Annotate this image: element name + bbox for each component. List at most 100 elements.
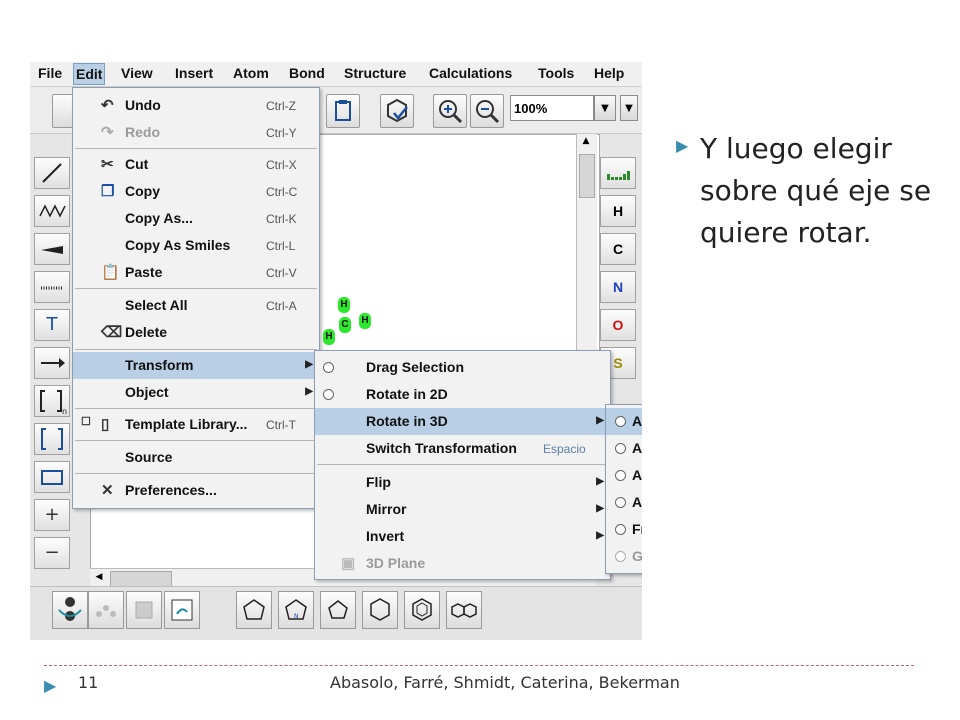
- rectangle-tool[interactable]: [34, 461, 70, 493]
- chevron-right-icon: ▶: [596, 415, 604, 426]
- menu-item-3d-plane[interactable]: ▣ 3D Plane: [315, 550, 610, 577]
- scroll-up-icon[interactable]: ▲: [579, 136, 593, 150]
- transform-submenu: Drag Selection Rotate in 2D Rotate in 3D…: [314, 350, 611, 580]
- menu-item-around-y-axis[interactable]: Around Y Axis: [606, 462, 642, 489]
- radio-icon: [323, 362, 334, 373]
- zoom-in-button[interactable]: [433, 94, 467, 128]
- periodic-table-button[interactable]: [600, 157, 636, 189]
- scissors-icon: ✂: [101, 156, 114, 173]
- minus-icon: −: [44, 542, 60, 563]
- menu-file[interactable]: File: [36, 65, 64, 81]
- positive-charge-tool[interactable]: +: [34, 499, 70, 531]
- repeat-bracket-tool[interactable]: n: [34, 385, 70, 417]
- clean-structure-button[interactable]: [380, 94, 414, 128]
- atom-h-button[interactable]: H: [600, 195, 636, 227]
- menu-item-group-rotation[interactable]: Group Rotation: [606, 543, 642, 570]
- menu-atom[interactable]: Atom: [231, 65, 271, 81]
- menu-item-switch-transformation[interactable]: Switch Transformation Espacio: [315, 435, 610, 462]
- menu-item-label: Copy: [125, 183, 160, 199]
- template-hexagon-button[interactable]: [362, 591, 398, 629]
- menu-item-drag-selection[interactable]: Drag Selection: [315, 354, 610, 381]
- template-pentagon-button[interactable]: [236, 591, 272, 629]
- horizontal-scroll-thumb[interactable]: [110, 571, 172, 587]
- menu-item-label: Rotate in 3D: [366, 413, 448, 429]
- menu-item-invert[interactable]: Invert ▶: [315, 523, 610, 550]
- menu-item-preferences[interactable]: ✕ Preferences...: [73, 477, 319, 504]
- vertical-scroll-thumb[interactable]: [579, 154, 595, 198]
- scroll-left-icon[interactable]: ◀: [92, 572, 106, 586]
- menu-item-rotate-3d[interactable]: Rotate in 3D ▶: [315, 408, 610, 435]
- atom-c-button[interactable]: C: [600, 233, 636, 265]
- menu-item-delete[interactable]: ⌫ Delete: [73, 319, 319, 346]
- menu-item-mirror[interactable]: Mirror ▶: [315, 496, 610, 523]
- menu-structure[interactable]: Structure: [342, 65, 408, 81]
- menu-item-object[interactable]: Object ▶: [73, 379, 319, 406]
- menu-item-label: Switch Transformation: [366, 440, 517, 456]
- menu-item-paste[interactable]: 📋 Paste Ctrl-V: [73, 259, 319, 286]
- window-template-button[interactable]: [164, 591, 200, 629]
- menu-item-rotate-2d[interactable]: Rotate in 2D: [315, 381, 610, 408]
- slide-authors: Abasolo, Farré, Shmidt, Caterina, Bekerm…: [330, 673, 680, 692]
- template-cyclopentane-button[interactable]: [320, 591, 356, 629]
- menu-help[interactable]: Help: [592, 65, 626, 81]
- atom-c[interactable]: C: [339, 317, 351, 333]
- single-bond-tool[interactable]: [34, 157, 70, 189]
- naphthalene-icon: [451, 603, 477, 618]
- menu-item-transform[interactable]: Transform ▶: [73, 352, 319, 379]
- menu-view[interactable]: View: [119, 65, 155, 81]
- atom-o-button[interactable]: O: [600, 309, 636, 341]
- menu-item-copy[interactable]: ❐ Copy Ctrl-C: [73, 178, 319, 205]
- arrow-tool[interactable]: [34, 347, 70, 379]
- menu-item-template-library[interactable]: ☐ ▯ Template Library... Ctrl-T: [73, 411, 319, 438]
- menu-item-select-all[interactable]: Select All Ctrl-A: [73, 292, 319, 319]
- menu-bond[interactable]: Bond: [287, 65, 327, 81]
- zoom-dropdown-button[interactable]: ▼: [594, 95, 616, 121]
- menu-item-cut[interactable]: ✂ Cut Ctrl-X: [73, 151, 319, 178]
- menu-tools[interactable]: Tools: [536, 65, 576, 81]
- atom-h[interactable]: H: [359, 313, 371, 329]
- menu-item-free-3d-rotation[interactable]: Free 3D Rotation: [606, 516, 642, 543]
- atom-h[interactable]: H: [323, 329, 335, 345]
- menu-item-around-arbitrary-axis[interactable]: Around Arbitrary Axis: [606, 408, 642, 435]
- negative-charge-tool[interactable]: −: [34, 537, 70, 569]
- menu-item-redo[interactable]: ↷ Redo Ctrl-Y: [73, 119, 319, 146]
- menu-item-label: Transform: [125, 357, 194, 373]
- tools-icon: ✕: [101, 482, 114, 499]
- menu-edit[interactable]: Edit: [73, 63, 106, 85]
- bracket-tool[interactable]: [34, 423, 70, 455]
- slide-page-number: 11: [78, 673, 99, 692]
- 3d-template-button[interactable]: [126, 591, 162, 629]
- zoom-combo[interactable]: 100%: [510, 95, 594, 121]
- radio-icon: [615, 470, 626, 481]
- menu-item-copy-as[interactable]: Copy As... Ctrl-K: [73, 205, 319, 232]
- menu-calculations[interactable]: Calculations: [427, 65, 514, 81]
- atom-n-button[interactable]: N: [600, 271, 636, 303]
- chain-tool[interactable]: [34, 195, 70, 227]
- atom-h[interactable]: H: [338, 297, 350, 313]
- menu-item-flip[interactable]: Flip ▶: [315, 469, 610, 496]
- edit-menu: ↶ Undo Ctrl-Z ↷ Redo Ctrl-Y ✂ Cut Ctrl-X…: [72, 87, 320, 509]
- slide-bullet-text: Y luego elegir sobre qué eje se quiere r…: [700, 132, 932, 249]
- menu-item-shortcut: Ctrl-C: [266, 185, 298, 199]
- paste-button[interactable]: [326, 94, 360, 128]
- benzene-icon: [412, 598, 432, 621]
- text-tool[interactable]: T: [34, 309, 70, 341]
- wedge-bond-tool[interactable]: [34, 233, 70, 265]
- template-pentagon-n-button[interactable]: N: [278, 591, 314, 629]
- toolbar-overflow-button[interactable]: ▼: [620, 95, 638, 121]
- menu-insert[interactable]: Insert: [173, 65, 215, 81]
- menu-item-copy-as-smiles[interactable]: Copy As Smiles Ctrl-L: [73, 232, 319, 259]
- template-naphthalene-button[interactable]: [446, 591, 482, 629]
- reaction-tool-button[interactable]: [52, 591, 88, 629]
- hash-bond-tool[interactable]: [34, 271, 70, 303]
- radio-icon: [615, 524, 626, 535]
- reaction-icon: [58, 597, 82, 621]
- chain-template-button[interactable]: [88, 591, 124, 629]
- menu-item-around-z-axis[interactable]: Around Z Axis: [606, 489, 642, 516]
- menu-item-around-x-axis[interactable]: Around X Axis: [606, 435, 642, 462]
- menu-item-source[interactable]: Source: [73, 444, 319, 471]
- zoom-out-button[interactable]: [470, 94, 504, 128]
- menu-item-undo[interactable]: ↶ Undo Ctrl-Z: [73, 92, 319, 119]
- menu-item-label: Preferences...: [125, 482, 217, 498]
- template-benzene-button[interactable]: [404, 591, 440, 629]
